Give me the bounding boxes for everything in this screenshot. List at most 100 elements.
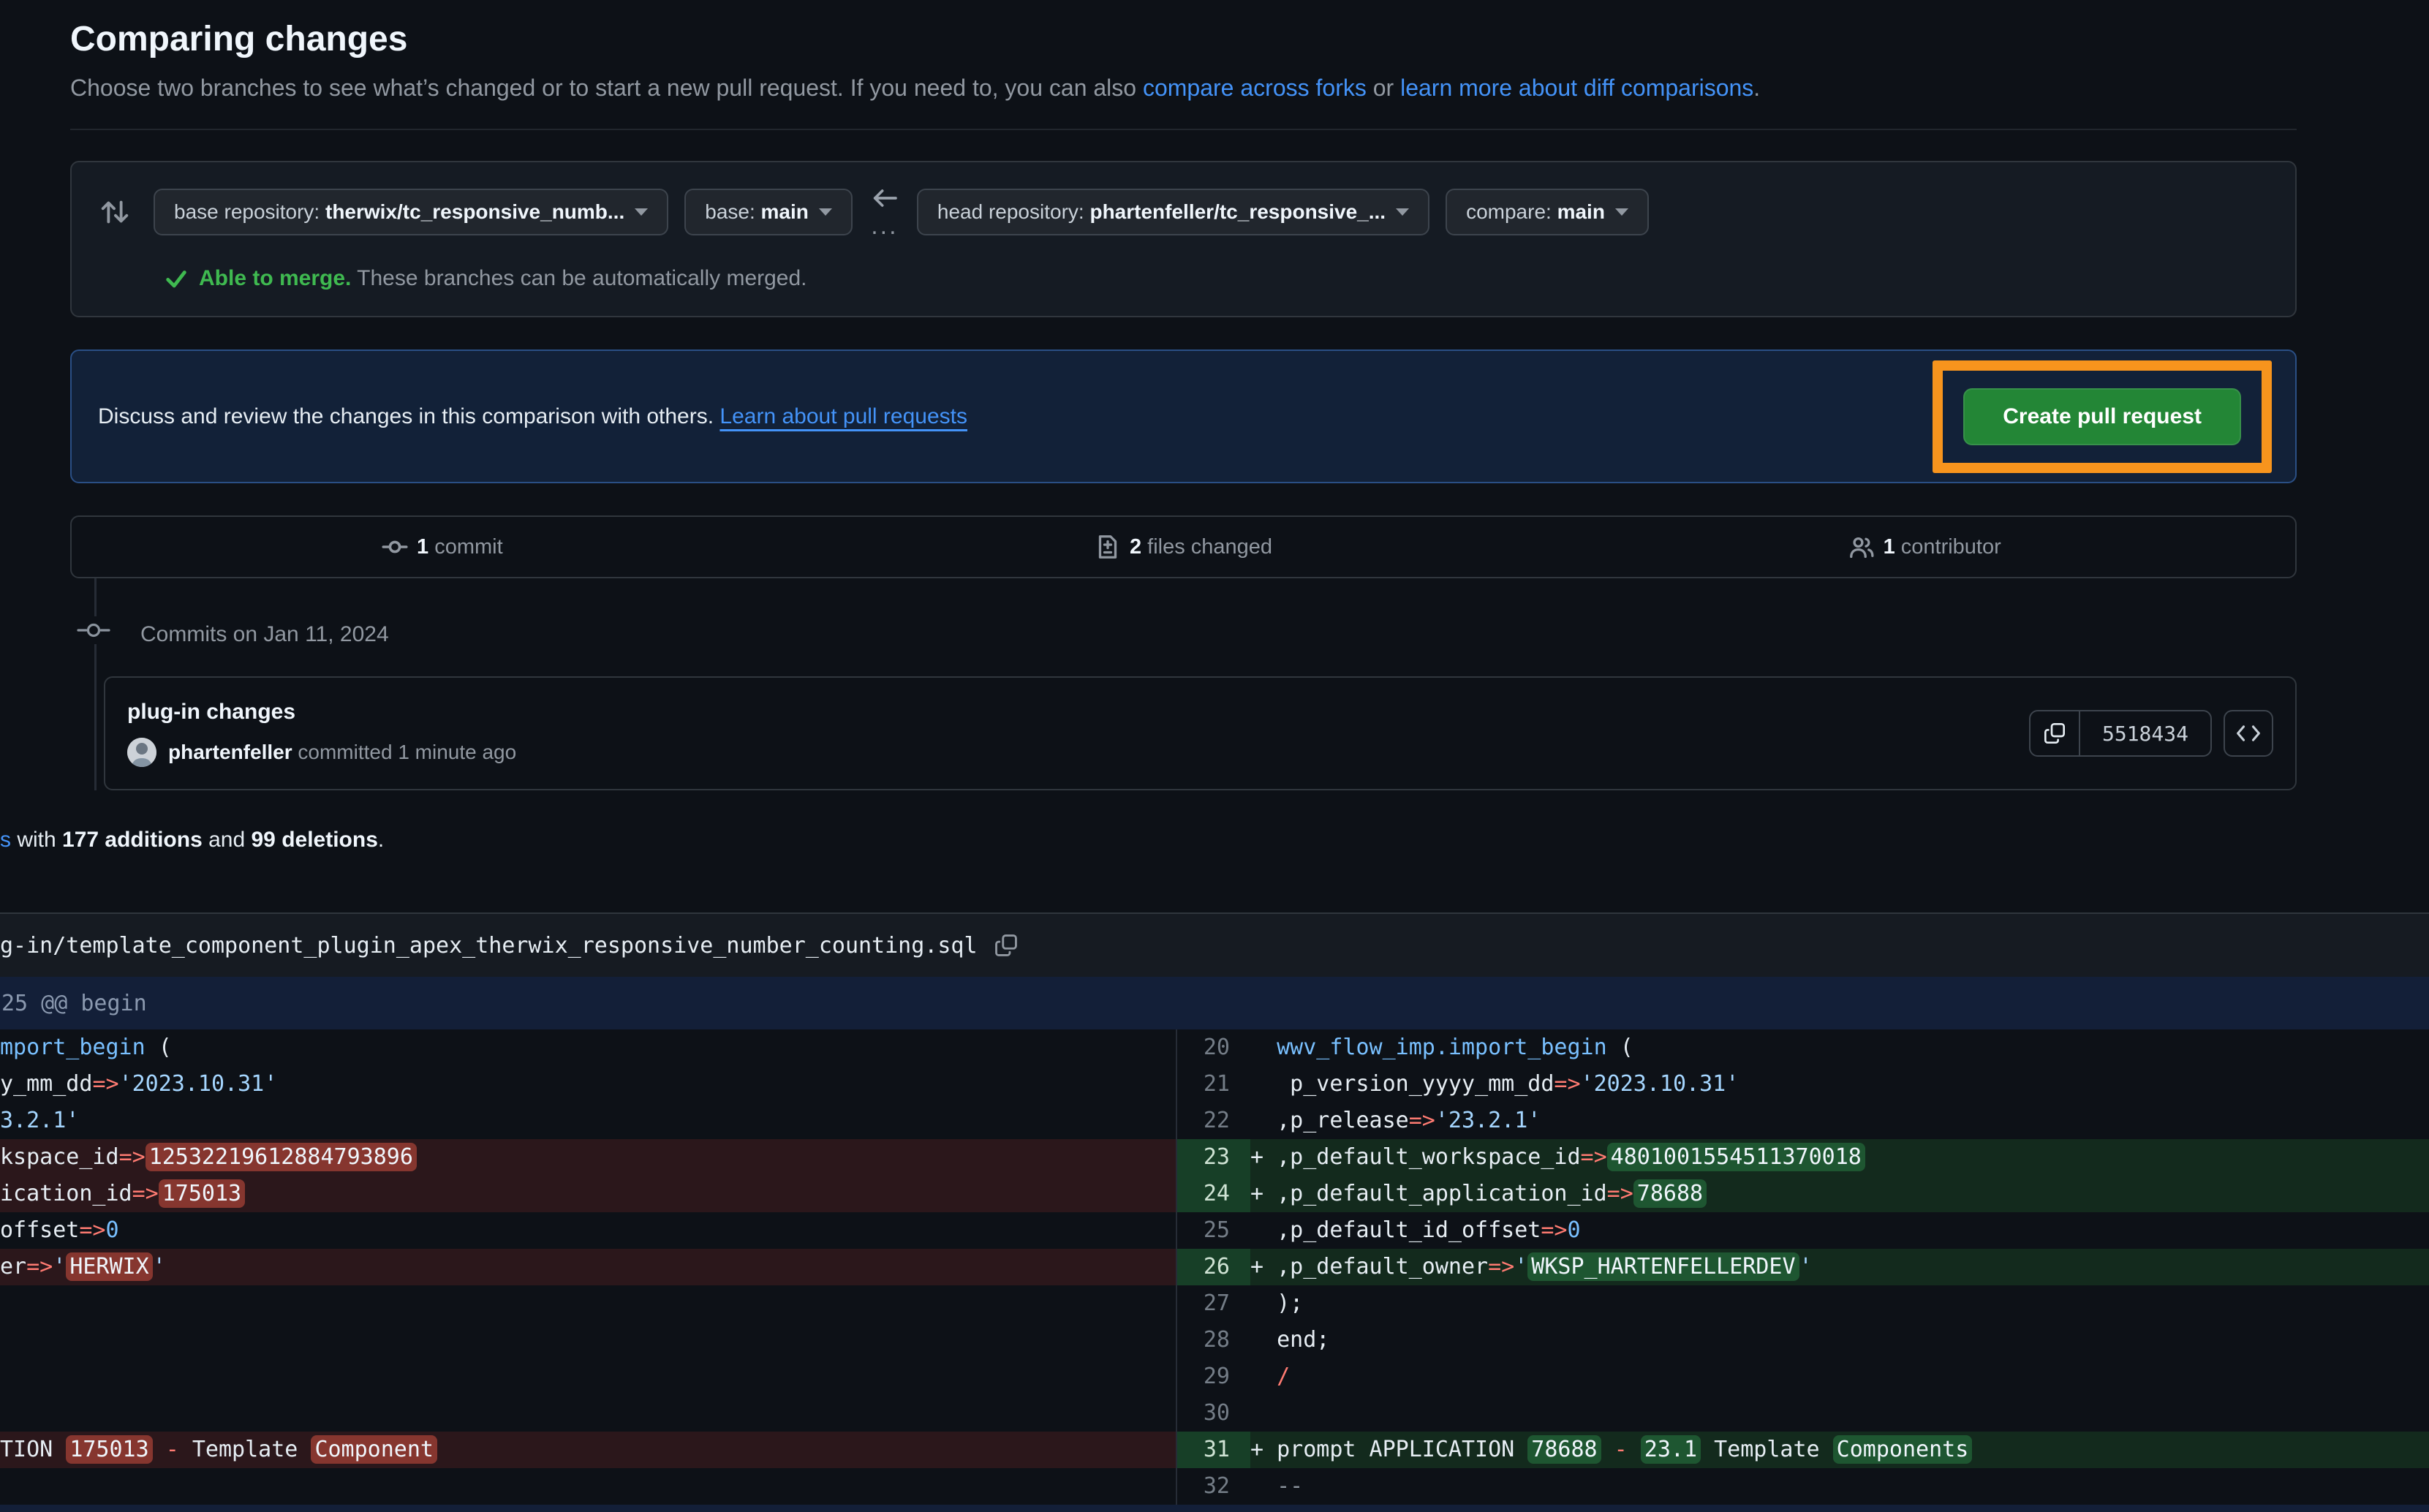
diff-right-line: + ,p_default_owner=>'WKSP_HARTENFELLERDE… (1250, 1249, 2429, 1285)
diff-right-line: + ,p_default_workspace_id=>4801001554511… (1250, 1139, 2429, 1176)
compare-direction: ... (867, 186, 902, 238)
diff-row: mport_begin (20 wwv_flow_imp.import_begi… (0, 1029, 2429, 1066)
diff-row: offset=>025 ,p_default_id_offset=>0 (0, 1212, 2429, 1249)
diff-row: 27 ); (0, 1285, 2429, 1322)
tab-commits[interactable]: 1 commit (72, 517, 813, 577)
pull-request-banner: Discuss and review the changes in this c… (70, 349, 2297, 483)
line-number[interactable]: 32 (1177, 1468, 1250, 1505)
diff-right-line (1250, 1395, 2429, 1432)
next-hunk-header (0, 1505, 2429, 1512)
commit-hash[interactable]: 5518434 (2080, 711, 2210, 755)
banner-text: Discuss and review the changes in this c… (98, 404, 967, 429)
line-number[interactable]: 31 (1177, 1432, 1250, 1468)
line-number[interactable]: 22 (1177, 1103, 1250, 1139)
head-repository-dropdown[interactable]: head repository: phartenfeller/tc_respon… (917, 189, 1429, 235)
diff-row: 28 end; (0, 1322, 2429, 1358)
diff-left-line (0, 1285, 1176, 1322)
diff-left-line: ication_id=>175013 (0, 1176, 1176, 1212)
page-subtitle: Choose two branches to see what’s change… (70, 72, 2297, 104)
diff-right-line: ,p_default_id_offset=>0 (1250, 1212, 2429, 1249)
diff-stats-bar: 1 commit 2 files changed 1 contributor (70, 515, 2297, 578)
line-number[interactable]: 24 (1177, 1176, 1250, 1212)
diff-row: ication_id=>17501324+ ,p_default_applica… (0, 1176, 2429, 1212)
merge-status: Able to merge. These branches can be aut… (164, 266, 2275, 291)
range-dots: ... (871, 213, 898, 238)
line-number[interactable]: 28 (1177, 1322, 1250, 1358)
diff-row: 29 / (0, 1358, 2429, 1395)
browse-code-button[interactable] (2224, 710, 2273, 757)
diff-row: 3.2.1'22 ,p_release=>'23.2.1' (0, 1103, 2429, 1139)
diff-left-line: mport_begin ( (0, 1029, 1176, 1066)
commit-timeline: Commits on Jan 11, 2024 plug-in changes … (70, 578, 2297, 790)
commit-date-heading: Commits on Jan 11, 2024 (70, 578, 2297, 676)
base-branch-dropdown[interactable]: base: main (684, 189, 853, 235)
file-path[interactable]: g-in/template_component_plugin_apex_ther… (0, 933, 978, 959)
commit-hash-group: 5518434 (2029, 710, 2212, 757)
commit-node-icon (77, 616, 110, 644)
changes-summary: s with 177 additions and 99 deletions. (0, 825, 2429, 855)
diff-left-line: offset=>0 (0, 1212, 1176, 1249)
chevron-down-icon (1615, 208, 1628, 216)
chevron-down-icon (635, 208, 648, 216)
tab-contributors[interactable]: 1 contributor (1554, 517, 2295, 577)
tab-files-changed[interactable]: 2 files changed (813, 517, 1555, 577)
create-pull-request-button[interactable]: Create pull request (1963, 388, 2241, 445)
diff-right-line: -- (1250, 1468, 2429, 1505)
diff-right-line: p_version_yyyy_mm_dd=>'2023.10.31' (1250, 1066, 2429, 1103)
diff-left-line: kspace_id=>12532219612884793896 (0, 1139, 1176, 1176)
commit-title-link[interactable]: plug-in changes (127, 700, 516, 725)
line-number[interactable]: 21 (1177, 1066, 1250, 1103)
line-number[interactable]: 27 (1177, 1285, 1250, 1322)
diff-left-line (0, 1358, 1176, 1395)
copy-icon[interactable] (2031, 711, 2080, 755)
file-diff-icon (1095, 534, 1121, 560)
diff-view: 25 @@ begin mport_begin (20 wwv_flow_imp… (0, 977, 2429, 1512)
diff-left-line (0, 1322, 1176, 1358)
diff-left-line (0, 1468, 1176, 1505)
changed-files-link-tail[interactable]: s (0, 828, 11, 852)
learn-about-pull-requests-link[interactable]: Learn about pull requests (719, 404, 967, 428)
branch-compare-box: base repository: therwix/tc_responsive_n… (70, 161, 2297, 317)
compare-across-forks-link[interactable]: compare across forks (1143, 75, 1367, 101)
base-repository-dropdown[interactable]: base repository: therwix/tc_responsive_n… (154, 189, 668, 235)
page-title: Comparing changes (70, 19, 2297, 60)
diff-left-line: er=>'HERWIX' (0, 1249, 1176, 1285)
diff-right-line: / (1250, 1358, 2429, 1395)
diff-row: TION 175013 - Template Component31+ prom… (0, 1432, 2429, 1468)
line-number[interactable]: 30 (1177, 1395, 1250, 1432)
diff-right-line: end; (1250, 1322, 2429, 1358)
diff-row: y_mm_dd=>'2023.10.31'21 p_version_yyyy_m… (0, 1066, 2429, 1103)
diff-right-line: wwv_flow_imp.import_begin ( (1250, 1029, 2429, 1066)
diff-right-line: ,p_release=>'23.2.1' (1250, 1103, 2429, 1139)
diff-right-line: + ,p_default_application_id=>78688 (1250, 1176, 2429, 1212)
line-number[interactable]: 25 (1177, 1212, 1250, 1249)
diff-row: 30 (0, 1395, 2429, 1432)
line-number[interactable]: 29 (1177, 1358, 1250, 1395)
diff-left-line: 3.2.1' (0, 1103, 1176, 1139)
diff-left-line: TION 175013 - Template Component (0, 1432, 1176, 1468)
line-number[interactable]: 20 (1177, 1029, 1250, 1066)
code-icon (2236, 722, 2261, 744)
compare-branch-dropdown[interactable]: compare: main (1446, 189, 1649, 235)
diff-right-line: + prompt APPLICATION 78688 - 23.1 Templa… (1250, 1432, 2429, 1468)
diff-comparisons-link[interactable]: learn more about diff comparisons (1400, 75, 1753, 101)
hunk-header: 25 @@ begin (0, 977, 2429, 1029)
chevron-down-icon (1396, 208, 1409, 216)
diff-rows: mport_begin (20 wwv_flow_imp.import_begi… (0, 1029, 2429, 1505)
commit-icon (382, 534, 408, 560)
avatar[interactable] (127, 738, 156, 767)
people-icon (1848, 534, 1875, 560)
commit-card: plug-in changes phartenfeller committed … (104, 676, 2297, 790)
page-header: Comparing changes Choose two branches to… (70, 0, 2297, 130)
line-number[interactable]: 26 (1177, 1249, 1250, 1285)
file-header: g-in/template_component_plugin_apex_ther… (0, 912, 2429, 977)
commit-author[interactable]: phartenfeller (168, 741, 292, 763)
chevron-down-icon (819, 208, 832, 216)
diff-left-line (0, 1395, 1176, 1432)
diff-right-line: ); (1250, 1285, 2429, 1322)
git-compare-icon (98, 195, 132, 229)
line-number[interactable]: 23 (1177, 1139, 1250, 1176)
copy-path-icon[interactable] (994, 933, 1019, 958)
arrow-left-icon (870, 186, 899, 211)
diff-left-line: y_mm_dd=>'2023.10.31' (0, 1066, 1176, 1103)
